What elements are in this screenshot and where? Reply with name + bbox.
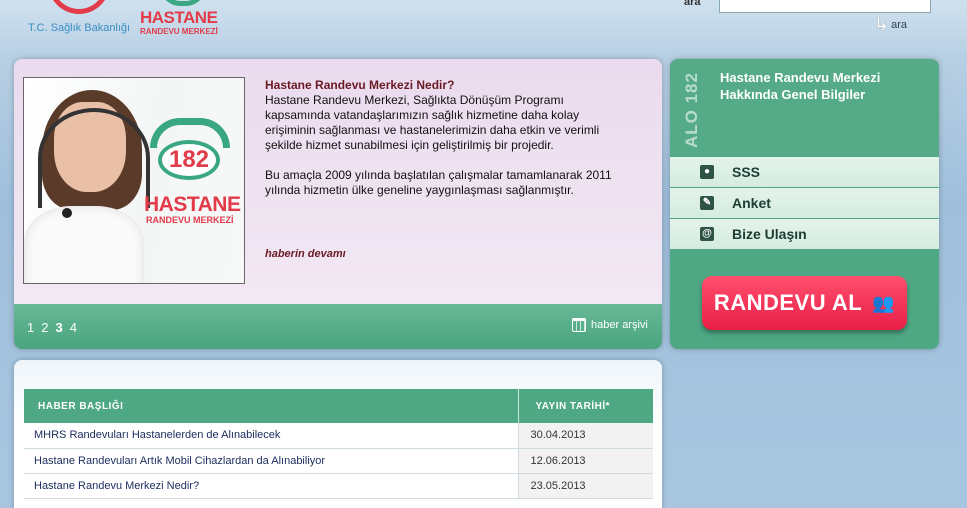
at-icon: @ <box>700 227 714 241</box>
column-header-title[interactable]: HABER BAŞLIĞI <box>24 389 518 423</box>
column-header-date[interactable]: YAYIN TARİHİ* <box>517 389 653 423</box>
ministry-emblem-icon <box>48 0 110 14</box>
search-button[interactable]: ↳ ara <box>874 14 907 34</box>
table-row: Hastane Randevuları Artık Mobil Cihazlar… <box>24 448 653 474</box>
badge-title: HASTANE <box>144 193 241 216</box>
slide-content: 182 HASTANE RANDEVU MERKEZİ Hastane Rand… <box>14 59 662 304</box>
slide-page-2[interactable]: 2 <box>41 320 48 335</box>
badge-number: 182 <box>158 140 220 180</box>
calendar-icon <box>572 318 586 332</box>
info-header: ALO 182 Hastane Randevu Merkezi Hakkında… <box>670 59 939 156</box>
slide-page-3[interactable]: 3 <box>55 320 62 335</box>
news-date: 30.04.2013 <box>517 423 653 449</box>
news-title-link[interactable]: MHRS Randevuları Hastanelerden de Alınab… <box>34 429 280 441</box>
make-appointment-label: RANDEVU AL <box>713 290 863 315</box>
table-row: MHRS Randevuları Hastanelerden de Alınab… <box>24 423 653 449</box>
news-archive-link[interactable]: haber arşivi <box>572 318 648 332</box>
call-center-image: 182 HASTANE RANDEVU MERKEZİ <box>23 77 245 284</box>
info-menu: ● SSS ✎ Anket @ Bize Ulaşın <box>670 157 939 250</box>
ministry-logo[interactable]: T.C. Sağlık Bakanlığı <box>22 0 132 40</box>
news-title-link[interactable]: Hastane Randevu Merkezi Nedir? <box>34 480 199 492</box>
phone-handset-icon <box>160 0 206 6</box>
slide-heading: Hastane Randevu Merkezi Nedir? <box>265 78 455 92</box>
slide-paragraph: Bu amaçla 2009 yılında başlatılan çalışm… <box>265 168 612 197</box>
news-table: HABER BAŞLIĞI YAYIN TARİHİ* MHRS Randevu… <box>24 389 653 499</box>
read-more-link[interactable]: haberin devamı <box>265 248 346 260</box>
news-date: 12.06.2013 <box>517 448 653 474</box>
news-title-link[interactable]: Hastane Randevuları Artık Mobil Cihazlar… <box>34 455 325 467</box>
people-icon: 👥 <box>872 292 896 313</box>
search-input[interactable] <box>719 0 931 13</box>
slide-paragraph: Hastane Randevu Merkezi, Sağlıkta Dönüşü… <box>265 93 600 152</box>
news-slider: 182 HASTANE RANDEVU MERKEZİ Hastane Rand… <box>14 59 662 349</box>
hrm-logo-title: HASTANE <box>140 8 218 27</box>
hrm-logo[interactable]: HASTANE RANDEVU MERKEZİ <box>140 0 230 40</box>
news-archive-label: haber arşivi <box>591 319 648 331</box>
info-panel: ALO 182 Hastane Randevu Merkezi Hakkında… <box>670 59 939 349</box>
enter-arrow-icon: ↳ <box>874 14 890 34</box>
alo-182-label: ALO 182 <box>682 72 701 148</box>
alo-182-badge: 182 <box>144 118 234 198</box>
menu-item-label: SSS <box>732 164 761 180</box>
slide-page-4[interactable]: 4 <box>70 320 77 335</box>
menu-item-sss[interactable]: ● SSS <box>670 157 939 188</box>
headset-icon <box>38 108 150 208</box>
hrm-logo-subtitle: RANDEVU MERKEZİ <box>140 27 218 36</box>
search-button-label: ara <box>891 19 907 31</box>
ministry-logo-text: T.C. Sağlık Bakanlığı <box>28 22 131 34</box>
slide-article: Hastane Randevu Merkezi Nedir? Hastane R… <box>265 78 625 213</box>
menu-item-label: Bize Ulaşın <box>732 226 807 242</box>
search-label: ara <box>684 0 701 8</box>
menu-item-anket[interactable]: ✎ Anket <box>670 188 939 219</box>
badge-subtitle: RANDEVU MERKEZİ <box>146 215 234 225</box>
slider-footer: 1 2 3 4 haber arşivi <box>14 304 662 349</box>
table-row: Hastane Randevu Merkezi Nedir? 23.05.201… <box>24 473 653 499</box>
edit-icon: ✎ <box>700 196 714 210</box>
slide-pager: 1 2 3 4 <box>27 320 77 335</box>
menu-item-contact[interactable]: @ Bize Ulaşın <box>670 219 939 250</box>
person-icon: ● <box>700 165 714 179</box>
news-list-panel: HABER BAŞLIĞI YAYIN TARİHİ* MHRS Randevu… <box>14 360 662 508</box>
make-appointment-button[interactable]: RANDEVU AL 👥 <box>702 276 907 330</box>
news-date: 23.05.2013 <box>517 473 653 499</box>
slide-page-1[interactable]: 1 <box>27 320 34 335</box>
info-title: Hastane Randevu Merkezi Hakkında Genel B… <box>720 70 881 102</box>
menu-item-label: Anket <box>732 195 771 211</box>
